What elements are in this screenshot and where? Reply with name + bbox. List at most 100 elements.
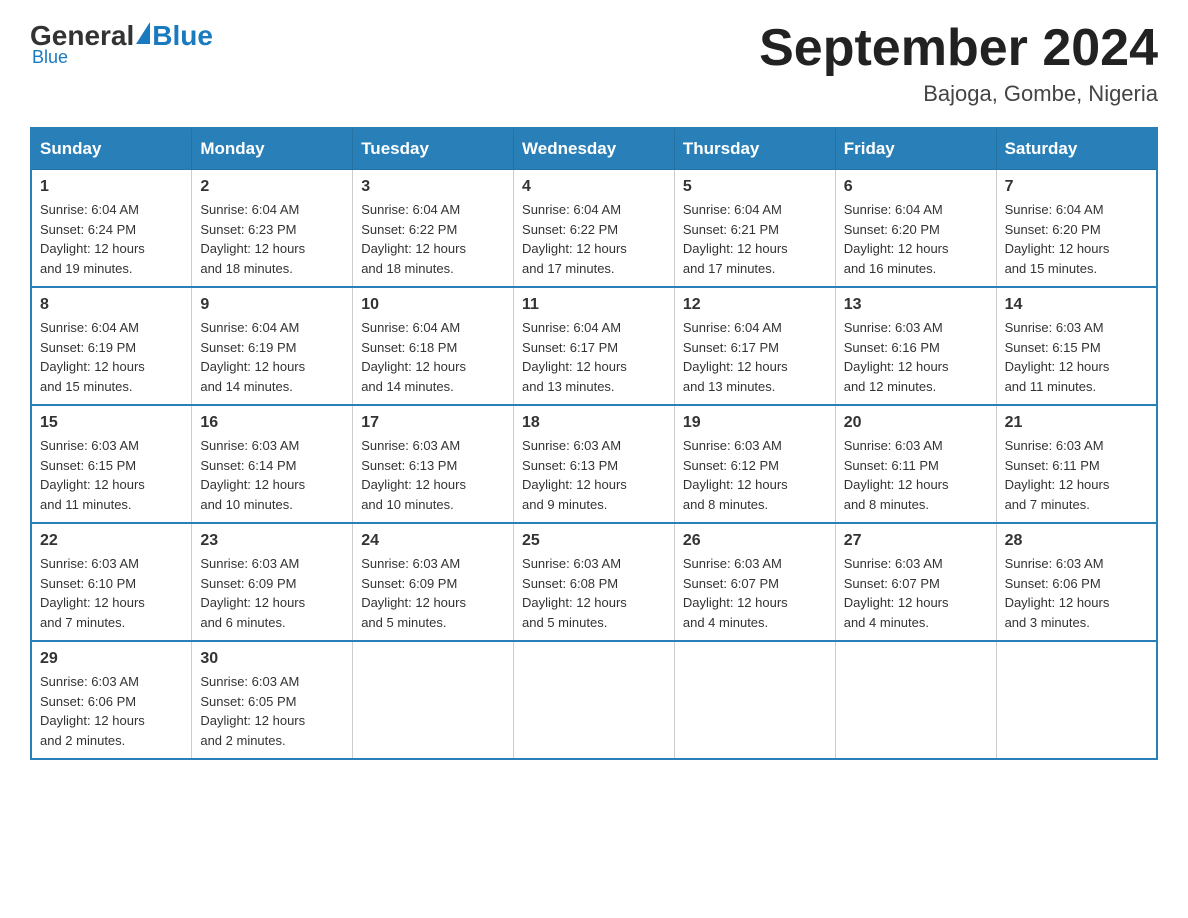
calendar-cell: 30 Sunrise: 6:03 AMSunset: 6:05 PMDayligh…: [192, 641, 353, 759]
day-number: 26: [683, 532, 827, 550]
day-info: Sunrise: 6:03 AMSunset: 6:12 PMDaylight:…: [683, 436, 827, 514]
day-number: 17: [361, 414, 505, 432]
day-number: 8: [40, 296, 183, 314]
calendar-cell: 20 Sunrise: 6:03 AMSunset: 6:11 PMDayligh…: [835, 405, 996, 523]
calendar-cell: 9 Sunrise: 6:04 AMSunset: 6:19 PMDaylight…: [192, 287, 353, 405]
day-info: Sunrise: 6:04 AMSunset: 6:22 PMDaylight:…: [522, 200, 666, 278]
calendar-cell: 14Sunrise: 6:03 AMSunset: 6:15 PMDayligh…: [996, 287, 1157, 405]
calendar-cell: [996, 641, 1157, 759]
calendar-cell: [835, 641, 996, 759]
day-info: Sunrise: 6:04 AMSunset: 6:19 PMDaylight:…: [200, 318, 344, 396]
day-number: 4: [522, 178, 666, 196]
calendar-cell: 25 Sunrise: 6:03 AMSunset: 6:08 PMDayligh…: [514, 523, 675, 641]
calendar-cell: 21 Sunrise: 6:03 AMSunset: 6:11 PMDayligh…: [996, 405, 1157, 523]
calendar-cell: 15 Sunrise: 6:03 AMSunset: 6:15 PMDayligh…: [31, 405, 192, 523]
day-number: 27: [844, 532, 988, 550]
day-info: Sunrise: 6:03 AMSunset: 6:13 PMDaylight:…: [522, 436, 666, 514]
calendar-cell: [353, 641, 514, 759]
day-info: Sunrise: 6:03 AMSunset: 6:10 PMDaylight:…: [40, 554, 183, 632]
calendar-table: SundayMondayTuesdayWednesdayThursdayFrid…: [30, 127, 1158, 760]
page-header: General Blue Blue September 2024 Bajoga,…: [30, 20, 1158, 107]
day-number: 22: [40, 532, 183, 550]
calendar-cell: 28Sunrise: 6:03 AMSunset: 6:06 PMDayligh…: [996, 523, 1157, 641]
day-info: Sunrise: 6:03 AMSunset: 6:11 PMDaylight:…: [844, 436, 988, 514]
calendar-cell: 26 Sunrise: 6:03 AMSunset: 6:07 PMDayligh…: [674, 523, 835, 641]
day-number: 18: [522, 414, 666, 432]
calendar-cell: 16 Sunrise: 6:03 AMSunset: 6:14 PMDayligh…: [192, 405, 353, 523]
day-info: Sunrise: 6:04 AMSunset: 6:21 PMDaylight:…: [683, 200, 827, 278]
calendar-cell: 19 Sunrise: 6:03 AMSunset: 6:12 PMDayligh…: [674, 405, 835, 523]
day-number: 6: [844, 178, 988, 196]
day-info: Sunrise: 6:03 AMSunset: 6:16 PMDaylight:…: [844, 318, 988, 396]
day-info: Sunrise: 6:04 AMSunset: 6:19 PMDaylight:…: [40, 318, 183, 396]
calendar-cell: 5 Sunrise: 6:04 AMSunset: 6:21 PMDaylight…: [674, 170, 835, 288]
day-info: Sunrise: 6:03 AMSunset: 6:15 PMDaylight:…: [40, 436, 183, 514]
day-info: Sunrise: 6:04 AMSunset: 6:20 PMDaylight:…: [1005, 200, 1148, 278]
day-number: 21: [1005, 414, 1148, 432]
day-info: Sunrise: 6:03 AMSunset: 6:05 PMDaylight:…: [200, 672, 344, 750]
day-info: Sunrise: 6:03 AMSunset: 6:07 PMDaylight:…: [683, 554, 827, 632]
day-info: Sunrise: 6:03 AMSunset: 6:11 PMDaylight:…: [1005, 436, 1148, 514]
calendar-cell: [514, 641, 675, 759]
day-info: Sunrise: 6:04 AMSunset: 6:24 PMDaylight:…: [40, 200, 183, 278]
calendar-cell: 2 Sunrise: 6:04 AMSunset: 6:23 PMDaylight…: [192, 170, 353, 288]
day-number: 29: [40, 650, 183, 668]
day-number: 11: [522, 296, 666, 314]
day-number: 25: [522, 532, 666, 550]
calendar-cell: 4 Sunrise: 6:04 AMSunset: 6:22 PMDaylight…: [514, 170, 675, 288]
day-number: 3: [361, 178, 505, 196]
calendar-cell: 8 Sunrise: 6:04 AMSunset: 6:19 PMDaylight…: [31, 287, 192, 405]
header-tuesday: Tuesday: [353, 128, 514, 170]
day-number: 9: [200, 296, 344, 314]
calendar-cell: 22 Sunrise: 6:03 AMSunset: 6:10 PMDayligh…: [31, 523, 192, 641]
day-info: Sunrise: 6:03 AMSunset: 6:15 PMDaylight:…: [1005, 318, 1148, 396]
header-thursday: Thursday: [674, 128, 835, 170]
day-number: 23: [200, 532, 344, 550]
logo: General Blue Blue: [30, 20, 213, 68]
day-info: Sunrise: 6:04 AMSunset: 6:17 PMDaylight:…: [522, 318, 666, 396]
month-year-title: September 2024: [759, 20, 1158, 77]
day-info: Sunrise: 6:03 AMSunset: 6:08 PMDaylight:…: [522, 554, 666, 632]
day-info: Sunrise: 6:03 AMSunset: 6:09 PMDaylight:…: [361, 554, 505, 632]
location-subtitle: Bajoga, Gombe, Nigeria: [759, 81, 1158, 107]
day-info: Sunrise: 6:03 AMSunset: 6:13 PMDaylight:…: [361, 436, 505, 514]
day-info: Sunrise: 6:03 AMSunset: 6:14 PMDaylight:…: [200, 436, 344, 514]
day-number: 15: [40, 414, 183, 432]
day-number: 2: [200, 178, 344, 196]
calendar-cell: 18 Sunrise: 6:03 AMSunset: 6:13 PMDayligh…: [514, 405, 675, 523]
header-monday: Monday: [192, 128, 353, 170]
day-number: 28: [1005, 532, 1148, 550]
day-number: 12: [683, 296, 827, 314]
calendar-cell: 1 Sunrise: 6:04 AMSunset: 6:24 PMDaylight…: [31, 170, 192, 288]
day-number: 20: [844, 414, 988, 432]
calendar-cell: 24Sunrise: 6:03 AMSunset: 6:09 PMDayligh…: [353, 523, 514, 641]
logo-underline-text: Blue: [32, 47, 68, 68]
header-saturday: Saturday: [996, 128, 1157, 170]
day-number: 7: [1005, 178, 1148, 196]
day-info: Sunrise: 6:04 AMSunset: 6:17 PMDaylight:…: [683, 318, 827, 396]
day-number: 13: [844, 296, 988, 314]
calendar-cell: 29 Sunrise: 6:03 AMSunset: 6:06 PMDayligh…: [31, 641, 192, 759]
day-info: Sunrise: 6:03 AMSunset: 6:06 PMDaylight:…: [40, 672, 183, 750]
calendar-cell: [674, 641, 835, 759]
day-info: Sunrise: 6:03 AMSunset: 6:09 PMDaylight:…: [200, 554, 344, 632]
calendar-cell: 13 Sunrise: 6:03 AMSunset: 6:16 PMDayligh…: [835, 287, 996, 405]
day-info: Sunrise: 6:04 AMSunset: 6:23 PMDaylight:…: [200, 200, 344, 278]
title-block: September 2024 Bajoga, Gombe, Nigeria: [759, 20, 1158, 107]
day-number: 5: [683, 178, 827, 196]
day-number: 16: [200, 414, 344, 432]
day-number: 1: [40, 178, 183, 196]
calendar-cell: 11 Sunrise: 6:04 AMSunset: 6:17 PMDayligh…: [514, 287, 675, 405]
header-sunday: Sunday: [31, 128, 192, 170]
header-friday: Friday: [835, 128, 996, 170]
calendar-cell: 27 Sunrise: 6:03 AMSunset: 6:07 PMDayligh…: [835, 523, 996, 641]
calendar-cell: 3 Sunrise: 6:04 AMSunset: 6:22 PMDaylight…: [353, 170, 514, 288]
day-info: Sunrise: 6:03 AMSunset: 6:07 PMDaylight:…: [844, 554, 988, 632]
day-info: Sunrise: 6:04 AMSunset: 6:20 PMDaylight:…: [844, 200, 988, 278]
day-number: 30: [200, 650, 344, 668]
logo-blue-text: Blue: [152, 20, 213, 52]
calendar-cell: 17 Sunrise: 6:03 AMSunset: 6:13 PMDayligh…: [353, 405, 514, 523]
day-number: 19: [683, 414, 827, 432]
calendar-cell: 10Sunrise: 6:04 AMSunset: 6:18 PMDayligh…: [353, 287, 514, 405]
day-info: Sunrise: 6:04 AMSunset: 6:22 PMDaylight:…: [361, 200, 505, 278]
